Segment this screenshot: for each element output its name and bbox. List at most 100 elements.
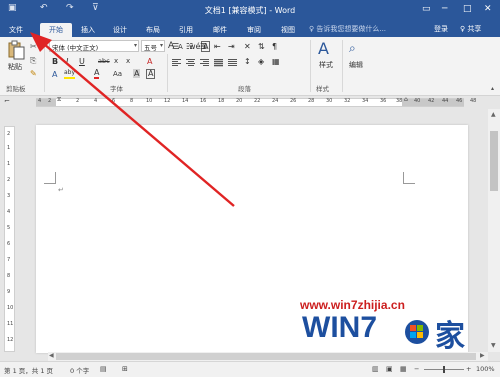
ruler-number: 1 bbox=[7, 145, 11, 151]
watermark-logo: WIN7 bbox=[302, 311, 377, 344]
ruler-number: 9 bbox=[7, 289, 11, 295]
tab-layout[interactable]: 布局 bbox=[141, 23, 165, 37]
ruler-number: 32 bbox=[344, 98, 351, 104]
tab-mailings[interactable]: 邮件 bbox=[208, 23, 232, 37]
horizontal-scrollbar[interactable]: ◀ ▶ bbox=[48, 352, 488, 361]
scroll-down-icon[interactable]: ▼ bbox=[491, 342, 496, 349]
macro-icon[interactable]: ⊞ bbox=[122, 365, 128, 373]
paste-button[interactable]: 粘贴 bbox=[5, 40, 27, 71]
clear-format-icon[interactable]: A bbox=[147, 56, 152, 67]
vertical-scrollbar[interactable]: ▲ ▼ bbox=[488, 109, 500, 352]
scroll-left-icon[interactable]: ◀ bbox=[49, 352, 54, 359]
increase-indent-icon[interactable]: ⇥ bbox=[228, 41, 235, 52]
right-indent-marker-icon[interactable]: ⌂ bbox=[404, 96, 408, 103]
sign-in-link[interactable]: 登录 bbox=[434, 24, 448, 34]
tab-home[interactable]: 开始 bbox=[40, 23, 72, 37]
ruler-number: 22 bbox=[254, 98, 261, 104]
align-left-icon[interactable] bbox=[172, 59, 181, 67]
maximize-icon[interactable]: □ bbox=[463, 4, 472, 14]
strikethrough-button[interactable]: abc bbox=[98, 56, 110, 67]
justify-icon[interactable] bbox=[214, 59, 223, 67]
shading-icon[interactable]: ◈ bbox=[258, 56, 264, 67]
ruler-number: 10 bbox=[146, 98, 153, 104]
cut-icon[interactable]: ✂ bbox=[30, 41, 37, 52]
scroll-up-icon[interactable]: ▲ bbox=[491, 111, 496, 118]
title-bar: ▣ ↶ ↷ ⊽ 文档1 [兼容模式] - Word ▭ ─ □ ✕ bbox=[0, 0, 500, 20]
align-center-icon[interactable] bbox=[186, 59, 195, 67]
superscript-button[interactable]: x bbox=[126, 56, 130, 67]
font-name-select[interactable]: 宋体 (中文正文) ▾ bbox=[49, 40, 139, 52]
italic-button[interactable]: I bbox=[66, 56, 68, 67]
char-border-button[interactable]: A bbox=[146, 69, 156, 79]
vertical-ruler[interactable]: 2 1 1 2 3 4 5 6 7 8 9 10 11 12 bbox=[4, 126, 15, 352]
tab-insert[interactable]: 插入 bbox=[76, 23, 100, 37]
align-right-icon[interactable] bbox=[200, 59, 209, 67]
text-effects-button[interactable]: A bbox=[52, 69, 57, 80]
show-marks-icon[interactable]: ¶ bbox=[272, 41, 277, 52]
ruler-number: 34 bbox=[362, 98, 369, 104]
multilevel-list-icon[interactable]: ☰ bbox=[200, 41, 207, 52]
tab-file[interactable]: 文件 bbox=[4, 23, 28, 37]
subscript-button[interactable]: x bbox=[114, 56, 118, 67]
ruler-number: 16 bbox=[200, 98, 207, 104]
numbering-icon[interactable]: ☷ bbox=[186, 41, 193, 52]
ruler-number: 40 bbox=[414, 98, 421, 104]
char-shading-button[interactable]: A bbox=[133, 69, 141, 78]
read-mode-icon[interactable]: ▥ bbox=[372, 365, 379, 373]
font-color-button[interactable]: A bbox=[94, 69, 100, 79]
scrollbar-thumb[interactable] bbox=[490, 131, 498, 191]
change-case-button[interactable]: Aa bbox=[113, 69, 122, 80]
distributed-icon[interactable] bbox=[228, 59, 237, 67]
ruler-number: 26 bbox=[290, 98, 297, 104]
tab-view[interactable]: 视图 bbox=[276, 23, 300, 37]
highlight-button[interactable]: aby bbox=[64, 69, 76, 79]
font-size-select[interactable]: 五号 ▾ bbox=[141, 40, 165, 52]
zoom-level[interactable]: 100% bbox=[476, 365, 495, 373]
styles-button[interactable]: A 样式 bbox=[316, 40, 340, 80]
ruler-number: 8 bbox=[7, 273, 11, 279]
ruler-number: 38 bbox=[396, 98, 403, 104]
proofing-icon[interactable]: ▤ bbox=[100, 365, 107, 373]
clipboard-icon bbox=[8, 40, 25, 60]
paragraph-mark: ↵ bbox=[58, 186, 64, 194]
sort-icon[interactable]: ⇅ bbox=[258, 41, 265, 52]
tell-me-search[interactable]: ♀ 告诉我您想要做什么... bbox=[309, 24, 386, 34]
collapse-ribbon-icon[interactable]: ▴ bbox=[491, 83, 494, 94]
copy-icon[interactable]: ⎘ bbox=[30, 55, 36, 66]
decrease-indent-icon[interactable]: ⇤ bbox=[214, 41, 221, 52]
chinese-layout-icon[interactable]: ✕ bbox=[244, 41, 251, 52]
horizontal-ruler[interactable]: ⌐ 4 2 ⧖ 2 4 6 8 10 12 14 16 18 20 22 24 … bbox=[0, 96, 500, 109]
indent-marker-icon[interactable]: ⧖ bbox=[57, 96, 61, 104]
web-layout-icon[interactable]: ▦ bbox=[400, 365, 407, 373]
underline-button[interactable]: U bbox=[79, 56, 85, 67]
watermark-url: www.win7zhijia.cn bbox=[300, 298, 405, 312]
tab-selector-icon[interactable]: ⌐ bbox=[4, 97, 10, 105]
zoom-slider-thumb[interactable] bbox=[443, 366, 445, 373]
line-spacing-icon[interactable]: ↕ bbox=[244, 56, 251, 67]
bold-button[interactable]: B bbox=[52, 56, 58, 67]
tab-references[interactable]: 引用 bbox=[174, 23, 198, 37]
ribbon-tabs: 文件 开始 插入 设计 布局 引用 邮件 审阅 视图 ♀ 告诉我您想要做什么..… bbox=[0, 20, 500, 37]
format-painter-icon[interactable]: ✎ bbox=[30, 68, 37, 79]
editing-button[interactable]: ⌕ 编辑 bbox=[346, 40, 370, 80]
scroll-right-icon[interactable]: ▶ bbox=[480, 352, 485, 359]
word-count[interactable]: 0 个字 bbox=[70, 365, 89, 375]
zoom-out-icon[interactable]: − bbox=[414, 365, 419, 373]
zoom-in-icon[interactable]: + bbox=[466, 365, 471, 373]
ruler-number: 4 bbox=[7, 209, 11, 215]
borders-icon[interactable]: ▦ bbox=[272, 56, 280, 67]
ruler-number: 11 bbox=[7, 321, 14, 327]
tab-design[interactable]: 设计 bbox=[108, 23, 132, 37]
scrollbar-thumb[interactable] bbox=[56, 353, 476, 360]
bullets-icon[interactable]: ☰ bbox=[172, 41, 179, 52]
share-button[interactable]: ♀ 共享 bbox=[460, 24, 481, 34]
minimize-icon[interactable]: ─ bbox=[442, 4, 447, 14]
page-count[interactable]: 第 1 页，共 1 页 bbox=[4, 365, 53, 375]
ribbon-display-icon[interactable]: ▭ bbox=[422, 4, 431, 14]
ruler-number: 18 bbox=[218, 98, 225, 104]
print-layout-icon[interactable]: ▣ bbox=[386, 365, 393, 373]
chevron-down-icon: ▾ bbox=[159, 42, 163, 49]
tab-review[interactable]: 审阅 bbox=[242, 23, 266, 37]
ruler-number: 46 bbox=[456, 98, 463, 104]
close-icon[interactable]: ✕ bbox=[484, 4, 492, 14]
